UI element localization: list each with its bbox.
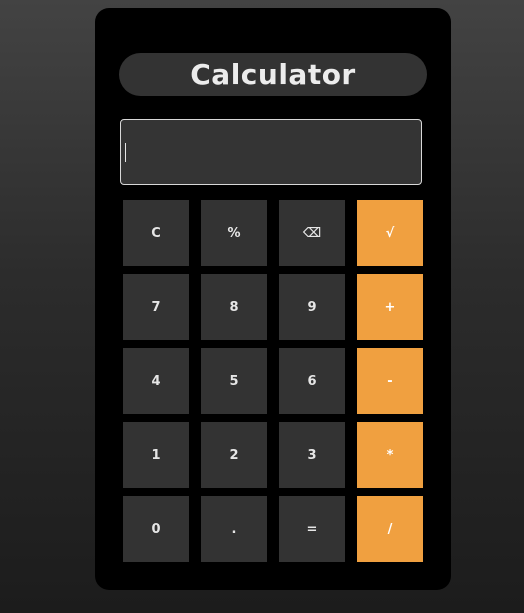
multiply-button[interactable]: * bbox=[357, 422, 423, 488]
divide-button[interactable]: / bbox=[357, 496, 423, 562]
calculator-display[interactable] bbox=[120, 119, 422, 185]
subtract-button[interactable]: - bbox=[357, 348, 423, 414]
digit-1-button[interactable]: 1 bbox=[123, 422, 189, 488]
digit-2-button[interactable]: 2 bbox=[201, 422, 267, 488]
digit-0-button[interactable]: 0 bbox=[123, 496, 189, 562]
add-button[interactable]: + bbox=[357, 274, 423, 340]
calculator-panel: Calculator C% ⌫ √ 7 8 9 +4 5 6- 1 2 3 * 0. = / bbox=[95, 8, 451, 590]
percent-button[interactable]: % bbox=[201, 200, 267, 266]
digit-9-button[interactable]: 9 bbox=[279, 274, 345, 340]
app-title: Calculator bbox=[119, 53, 427, 96]
digit-3-button[interactable]: 3 bbox=[279, 422, 345, 488]
digit-4-button[interactable]: 4 bbox=[123, 348, 189, 414]
text-cursor bbox=[125, 143, 126, 162]
decimal-button[interactable]: . bbox=[201, 496, 267, 562]
digit-5-button[interactable]: 5 bbox=[201, 348, 267, 414]
digit-7-button[interactable]: 7 bbox=[123, 274, 189, 340]
digit-8-button[interactable]: 8 bbox=[201, 274, 267, 340]
equals-button[interactable]: = bbox=[279, 496, 345, 562]
keypad: C% ⌫ √ 7 8 9 +4 5 6- 1 2 3 * 0. = / bbox=[123, 200, 423, 562]
clear-button[interactable]: C bbox=[123, 200, 189, 266]
backspace-button[interactable]: ⌫ bbox=[279, 200, 345, 266]
digit-6-button[interactable]: 6 bbox=[279, 348, 345, 414]
sqrt-button[interactable]: √ bbox=[357, 200, 423, 266]
